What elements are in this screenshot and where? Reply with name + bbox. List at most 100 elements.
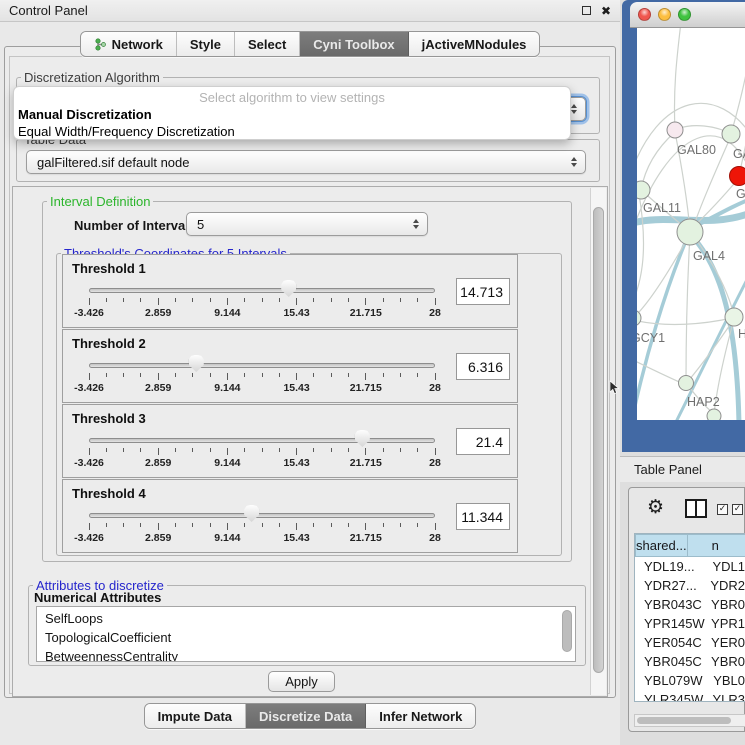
network-canvas[interactable]: GAL80GAGGAL11GAL4GCY1HHAP2 bbox=[637, 28, 745, 420]
table-data-combo[interactable]: galFiltered.sif default node bbox=[26, 150, 586, 174]
network-window-titlebar[interactable] bbox=[630, 2, 745, 28]
table-cell[interactable]: YDR2 bbox=[706, 578, 745, 593]
threshold-value-field[interactable]: 11.344 bbox=[456, 503, 510, 530]
table-row[interactable]: YPR145WYPR1 bbox=[635, 614, 745, 633]
threshold-slider-thumb[interactable] bbox=[355, 430, 370, 447]
apply-button[interactable]: Apply bbox=[268, 671, 335, 692]
network-node-label: GAL80 bbox=[677, 143, 716, 157]
threshold-slider-thumb[interactable] bbox=[244, 505, 259, 522]
number-of-intervals-label: Number of Intervals bbox=[74, 218, 196, 233]
table-row[interactable]: YDL19...YDL1 bbox=[635, 557, 745, 576]
threshold-slider-track[interactable] bbox=[89, 363, 435, 368]
dropdown-option-manual-discretization[interactable]: Manual Discretization bbox=[14, 106, 570, 123]
table-row[interactable]: YLR345WYLR3 bbox=[635, 690, 745, 702]
tab-style[interactable]: Style bbox=[177, 32, 235, 56]
zoom-traffic-light-icon[interactable] bbox=[678, 8, 691, 21]
threshold-slider-track[interactable] bbox=[89, 513, 435, 518]
table-cell[interactable]: YBL0 bbox=[709, 673, 745, 688]
slider-tick bbox=[296, 523, 297, 530]
close-traffic-light-icon[interactable] bbox=[638, 8, 651, 21]
checkbox-icon[interactable]: ✓ bbox=[732, 504, 743, 515]
slider-tick bbox=[89, 298, 90, 305]
slider-tick bbox=[158, 448, 159, 455]
table-cell[interactable]: YBR0 bbox=[707, 597, 745, 612]
table-column-header[interactable]: n bbox=[688, 534, 745, 557]
slider-tick bbox=[348, 448, 349, 452]
network-node[interactable] bbox=[637, 181, 650, 199]
dropdown-option-equal-width-frequency[interactable]: Equal Width/Frequency Discretization bbox=[14, 123, 570, 140]
table-cell[interactable]: YER054C bbox=[635, 635, 707, 650]
attributes-list-scrollbar-thumb[interactable] bbox=[562, 610, 572, 652]
slider-tick bbox=[383, 523, 384, 527]
threshold-value-field[interactable]: 14.713 bbox=[456, 278, 510, 305]
table-cell[interactable]: YLR345W bbox=[635, 692, 708, 702]
table-row[interactable]: YBR045CYBR0 bbox=[635, 652, 745, 671]
table-cell[interactable]: YDL1 bbox=[708, 559, 745, 574]
tab-label: jActiveMNodules bbox=[422, 37, 527, 52]
gear-icon[interactable]: ⚙ bbox=[647, 494, 664, 520]
close-icon[interactable]: ✖ bbox=[601, 6, 611, 16]
slider-tick bbox=[331, 448, 332, 452]
node-attribute-table[interactable]: shared...nYDL19...YDL1YDR27...YDR2YBR043… bbox=[634, 533, 745, 702]
slider-tick bbox=[106, 523, 107, 527]
tab-select[interactable]: Select bbox=[235, 32, 300, 56]
panel-title: Control Panel bbox=[9, 3, 88, 18]
network-edge bbox=[674, 28, 681, 130]
network-node[interactable] bbox=[722, 125, 740, 143]
table-cell[interactable]: YDL19... bbox=[635, 559, 708, 574]
threshold-slider-track[interactable] bbox=[89, 438, 435, 443]
table-cell[interactable]: YDR27... bbox=[635, 578, 706, 593]
tab-cyni-toolbox[interactable]: Cyni Toolbox bbox=[300, 32, 408, 56]
tab-network[interactable]: Network bbox=[81, 32, 177, 56]
network-node[interactable] bbox=[725, 308, 743, 326]
tab-jactivemnodules[interactable]: jActiveMNodules bbox=[409, 32, 540, 56]
network-node[interactable] bbox=[707, 409, 721, 420]
horizontal-scrollbar[interactable] bbox=[634, 714, 745, 727]
threshold-slider-thumb[interactable] bbox=[189, 355, 204, 372]
slider-tick bbox=[365, 298, 366, 305]
vertical-scrollbar[interactable] bbox=[590, 188, 606, 695]
minimize-traffic-light-icon[interactable] bbox=[658, 8, 671, 21]
table-cell[interactable]: YER0 bbox=[707, 635, 745, 650]
table-row[interactable]: YDR27...YDR2 bbox=[635, 576, 745, 595]
columns-icon[interactable] bbox=[685, 499, 707, 518]
threshold-value-field[interactable]: 21.4 bbox=[456, 428, 510, 455]
bottom-tab-discretize-data[interactable]: Discretize Data bbox=[246, 704, 366, 728]
table-cell[interactable]: YBR043C bbox=[635, 597, 707, 612]
threshold-value-field[interactable]: 6.316 bbox=[456, 353, 510, 380]
threshold-slider-track[interactable] bbox=[89, 288, 435, 293]
checkbox-icon[interactable]: ✓ bbox=[717, 504, 728, 515]
horizontal-scrollbar-thumb[interactable] bbox=[637, 717, 731, 724]
numerical-attributes-list[interactable]: SelfLoopsTopologicalCoefficientBetweenne… bbox=[36, 606, 576, 662]
tab-label: Network bbox=[112, 37, 163, 52]
network-node-label: GAL11 bbox=[643, 201, 681, 215]
tab-label: Infer Network bbox=[379, 709, 462, 724]
attribute-item-topologicalcoefficient[interactable]: TopologicalCoefficient bbox=[45, 628, 575, 647]
slider-tick bbox=[227, 298, 228, 305]
table-cell[interactable]: YBL079W bbox=[635, 673, 709, 688]
attribute-item-selfloops[interactable]: SelfLoops bbox=[45, 609, 575, 628]
table-column-header[interactable]: shared... bbox=[635, 534, 688, 557]
threshold-slider-thumb[interactable] bbox=[281, 280, 296, 297]
network-node-label: HAP2 bbox=[687, 395, 720, 409]
table-row[interactable]: YBR043CYBR0 bbox=[635, 595, 745, 614]
table-cell[interactable]: YPR1 bbox=[707, 616, 745, 631]
network-node[interactable] bbox=[677, 219, 703, 245]
table-cell[interactable]: YPR145W bbox=[635, 616, 707, 631]
float-window-icon[interactable] bbox=[582, 6, 591, 15]
table-cell[interactable]: YLR3 bbox=[708, 692, 745, 702]
network-node[interactable] bbox=[667, 122, 683, 138]
slider-tick bbox=[262, 373, 263, 377]
table-cell[interactable]: YBR0 bbox=[707, 654, 745, 669]
vertical-scrollbar-thumb[interactable] bbox=[593, 207, 604, 673]
network-node[interactable] bbox=[730, 167, 745, 186]
network-node[interactable] bbox=[637, 310, 641, 326]
table-cell[interactable]: YBR045C bbox=[635, 654, 707, 669]
bottom-tab-infer-network[interactable]: Infer Network bbox=[366, 704, 475, 728]
network-node[interactable] bbox=[679, 376, 694, 391]
attribute-item-betweennesscentrality[interactable]: BetweennessCentrality bbox=[45, 647, 575, 662]
bottom-tab-impute-data[interactable]: Impute Data bbox=[145, 704, 246, 728]
number-of-intervals-combo[interactable]: 5 bbox=[186, 212, 428, 236]
table-row[interactable]: YER054CYER0 bbox=[635, 633, 745, 652]
table-row[interactable]: YBL079WYBL0 bbox=[635, 671, 745, 690]
